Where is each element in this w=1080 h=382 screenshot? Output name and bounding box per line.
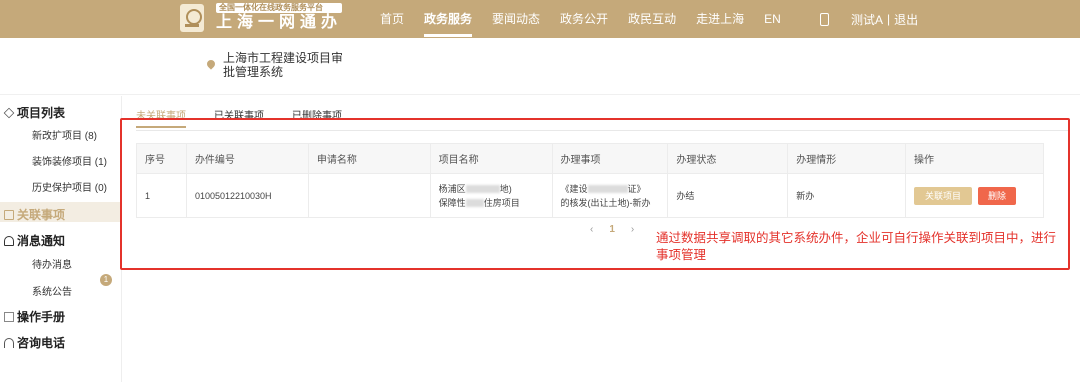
sidebar-messages-label: 消息通知 [17, 234, 66, 248]
sidebar: 项目列表 新改扩项目 (8) 装饰装修项目 (1) 历史保护项目 (0) 关联事… [0, 96, 122, 382]
layers-icon [3, 107, 15, 118]
sidebar-project-list-label: 项目列表 [17, 106, 66, 120]
nav-gov-service[interactable]: 政务服务 [414, 0, 482, 38]
headset-icon [4, 337, 14, 348]
nav-about-shanghai[interactable]: 走进上海 [686, 0, 754, 38]
sidebar-hotline[interactable]: 咨询电话 [4, 334, 65, 351]
sidebar-item-heritage-projects[interactable]: 历史保护项目 (0) [32, 179, 107, 194]
sidebar-manual[interactable]: 操作手册 [4, 308, 65, 325]
sidebar-related-matters[interactable]: 关联事项 [4, 206, 65, 223]
nav-interaction[interactable]: 政民互动 [618, 0, 686, 38]
top-navbar: 全国一体化在线政务服务平台 上海一网通办 首页 政务服务 要闻动态 政务公开 政… [0, 0, 1080, 38]
annotation-text: 通过数据共享调取的其它系统办件，企业可自行操作关联到项目中，进行事项管理 [656, 231, 1057, 262]
bell-icon [4, 235, 14, 246]
sidebar-related-label: 关联事项 [17, 208, 66, 222]
manual-icon [4, 311, 14, 322]
system-title: 上海市工程建设项目审批管理系统 [223, 51, 344, 79]
nav-english[interactable]: EN [754, 0, 791, 38]
nav-news[interactable]: 要闻动态 [482, 0, 550, 38]
system-header: 上海市工程建设项目审批管理系统 [0, 38, 1080, 95]
user-separator: | [887, 12, 891, 26]
main-nav: 首页 政务服务 要闻动态 政务公开 政民互动 走进上海 EN [370, 0, 791, 38]
logo-tagline: 全国一体化在线政务服务平台 [216, 3, 343, 13]
logo-title: 上海一网通办 [216, 14, 343, 31]
notice-count-badge: 1 [100, 274, 112, 286]
sidebar-item-decoration-projects[interactable]: 装饰装修项目 (1) [32, 153, 107, 168]
mobile-icon[interactable] [820, 12, 829, 26]
location-pin-icon [205, 58, 217, 70]
site-logo[interactable]: 全国一体化在线政务服务平台 上海一网通办 [180, 3, 343, 32]
nav-gov-open[interactable]: 政务公开 [550, 0, 618, 38]
announcements-label: 系统公告 [32, 287, 72, 298]
sidebar-project-list[interactable]: 项目列表 [3, 104, 66, 121]
sidebar-manual-label: 操作手册 [17, 310, 66, 324]
sidebar-messages[interactable]: 消息通知 [4, 232, 65, 249]
sidebar-hotline-label: 咨询电话 [17, 336, 66, 350]
nav-home[interactable]: 首页 [370, 0, 414, 38]
document-icon [4, 209, 14, 220]
user-name[interactable]: 测试A [851, 11, 883, 28]
sidebar-item-todo-messages[interactable]: 待办消息 [32, 256, 72, 271]
logout-link[interactable]: 退出 [894, 11, 918, 28]
sidebar-item-announcements[interactable]: 系统公告 1 [32, 274, 112, 298]
sidebar-item-new-projects[interactable]: 新改扩项目 (8) [32, 127, 97, 142]
emblem-icon [180, 3, 204, 32]
